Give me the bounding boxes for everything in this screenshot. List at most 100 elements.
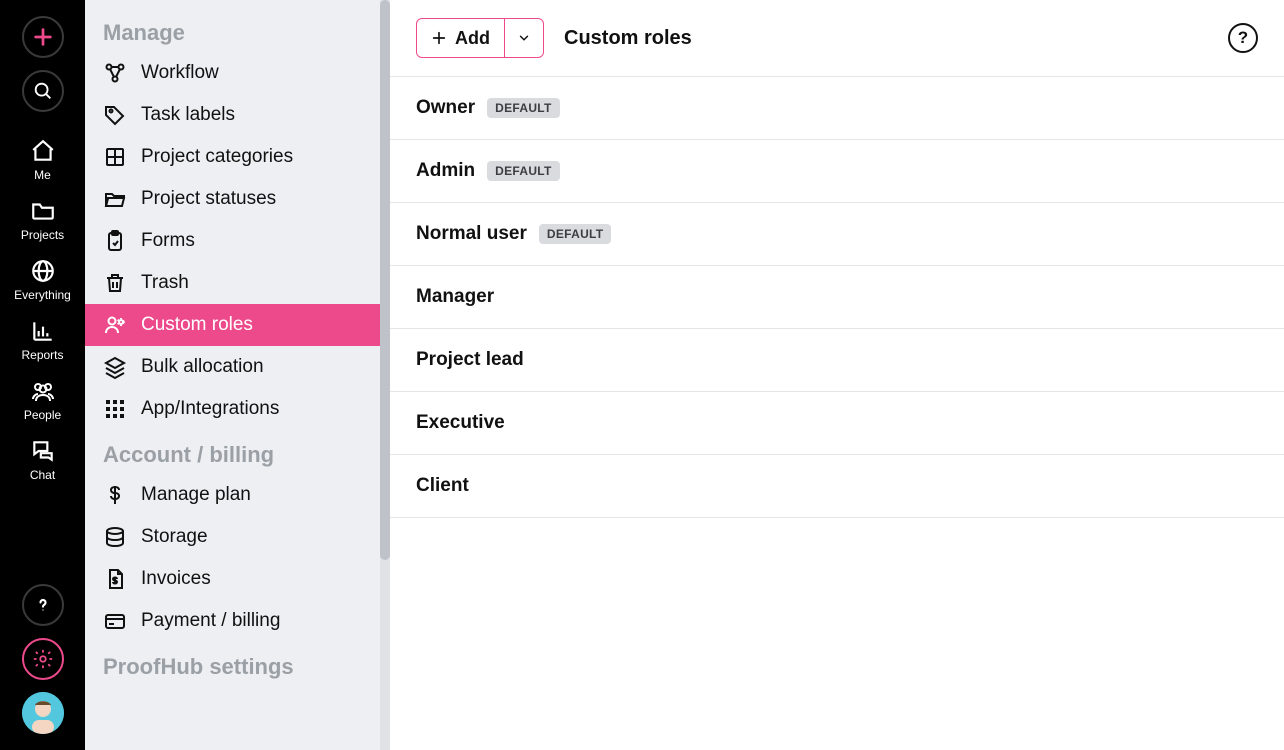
globe-icon <box>30 258 56 284</box>
sidebar-item-apps-integrations[interactable]: App/Integrations <box>85 388 390 430</box>
role-name: Admin <box>416 160 475 182</box>
add-button-dropdown[interactable] <box>504 19 543 57</box>
database-icon <box>103 525 127 549</box>
layers-icon <box>103 355 127 379</box>
card-icon <box>103 609 127 633</box>
plus-icon <box>431 30 447 46</box>
add-button-main[interactable]: Add <box>417 19 504 57</box>
help-center-button[interactable] <box>22 584 64 626</box>
sidebar-item-workflow[interactable]: Workflow <box>85 52 390 94</box>
plus-icon <box>32 26 54 48</box>
role-name: Manager <box>416 286 494 308</box>
folder-icon <box>30 198 56 224</box>
sidebar-item-custom-roles[interactable]: Custom roles <box>85 304 384 346</box>
rail-nav-chat[interactable]: Chat <box>0 428 85 488</box>
rail-nav-label: People <box>0 408 85 422</box>
sidebar-item-label: Project categories <box>141 146 293 168</box>
rail-nav-label: Projects <box>0 228 85 242</box>
role-row[interactable]: Owner DEFAULT <box>390 77 1284 140</box>
invoice-icon <box>103 567 127 591</box>
home-icon <box>30 138 56 164</box>
role-row[interactable]: Admin DEFAULT <box>390 140 1284 203</box>
sidebar-item-label: Bulk allocation <box>141 356 264 378</box>
user-gear-icon <box>103 313 127 337</box>
settings-button[interactable] <box>22 638 64 680</box>
sidebar-item-label: Task labels <box>141 104 235 126</box>
search-icon <box>32 80 54 102</box>
toolbar: Add Custom roles ? <box>390 0 1284 76</box>
page-help-button[interactable]: ? <box>1228 23 1258 53</box>
rail-nav-label: Me <box>0 168 85 182</box>
bar-chart-icon <box>30 318 56 344</box>
sidebar-item-payment-billing[interactable]: Payment / billing <box>85 600 390 642</box>
role-name: Executive <box>416 412 505 434</box>
add-button[interactable]: Add <box>416 18 544 58</box>
main-content: Add Custom roles ? Owner DEFAULT Admin DEFA… <box>390 0 1284 750</box>
role-name: Project lead <box>416 349 524 371</box>
sidebar-item-project-statuses[interactable]: Project statuses <box>85 178 390 220</box>
trash-icon <box>103 271 127 295</box>
apps-icon <box>103 397 127 421</box>
role-name: Normal user <box>416 223 527 245</box>
sidebar-item-label: Project statuses <box>141 188 276 210</box>
sidebar-item-label: Forms <box>141 230 195 252</box>
sidebar-item-label: Workflow <box>141 62 219 84</box>
question-icon <box>33 595 53 615</box>
default-badge: DEFAULT <box>487 98 560 118</box>
global-add-button[interactable] <box>22 16 64 58</box>
sidebar-section-title: Account / billing <box>85 430 390 474</box>
add-button-label: Add <box>455 28 490 49</box>
default-badge: DEFAULT <box>539 224 612 244</box>
sidebar-item-label: Custom roles <box>141 314 253 336</box>
rail-nav-projects[interactable]: Projects <box>0 188 85 248</box>
sidebar-item-label: Manage plan <box>141 484 251 506</box>
folder-open-icon <box>103 187 127 211</box>
role-row[interactable]: Normal user DEFAULT <box>390 203 1284 266</box>
sidebar-item-task-labels[interactable]: Task labels <box>85 94 390 136</box>
global-search-button[interactable] <box>22 70 64 112</box>
avatar-image <box>22 692 64 734</box>
rail-nav-label: Chat <box>0 468 85 482</box>
role-name: Owner <box>416 97 475 119</box>
sidebar-item-label: App/Integrations <box>141 398 279 420</box>
sidebar-item-label: Invoices <box>141 568 211 590</box>
sidebar-item-label: Trash <box>141 272 189 294</box>
role-name: Client <box>416 475 469 497</box>
left-rail: Me Projects Everything Reports People Ch… <box>0 0 85 750</box>
sidebar-item-trash[interactable]: Trash <box>85 262 390 304</box>
user-avatar[interactable] <box>22 692 64 734</box>
role-row[interactable]: Client <box>390 455 1284 518</box>
sidebar-item-manage-plan[interactable]: Manage plan <box>85 474 390 516</box>
clipboard-icon <box>103 229 127 253</box>
sidebar-section-title: ProofHub settings <box>85 642 390 686</box>
tag-icon <box>103 103 127 127</box>
roles-list: Owner DEFAULT Admin DEFAULT Normal user DEFAU… <box>390 77 1284 518</box>
rail-nav-me[interactable]: Me <box>0 128 85 188</box>
settings-sidebar: Manage Workflow Task labels Project cate… <box>85 0 390 750</box>
page-title: Custom roles <box>564 27 692 50</box>
sidebar-section-title: Manage <box>85 8 390 52</box>
gear-icon <box>32 648 54 670</box>
workflow-icon <box>103 61 127 85</box>
sidebar-item-storage[interactable]: Storage <box>85 516 390 558</box>
chat-icon <box>30 438 56 464</box>
role-row[interactable]: Project lead <box>390 329 1284 392</box>
question-mark-icon: ? <box>1238 28 1248 48</box>
sidebar-item-forms[interactable]: Forms <box>85 220 390 262</box>
sidebar-item-invoices[interactable]: Invoices <box>85 558 390 600</box>
app-root: Me Projects Everything Reports People Ch… <box>0 0 1284 750</box>
sidebar-item-label: Payment / billing <box>141 610 280 632</box>
role-row[interactable]: Executive <box>390 392 1284 455</box>
default-badge: DEFAULT <box>487 161 560 181</box>
role-row[interactable]: Manager <box>390 266 1284 329</box>
rail-nav-label: Everything <box>0 288 85 302</box>
dollar-icon <box>103 483 127 507</box>
sidebar-item-bulk-allocation[interactable]: Bulk allocation <box>85 346 390 388</box>
sidebar-item-project-categories[interactable]: Project categories <box>85 136 390 178</box>
rail-nav-everything[interactable]: Everything <box>0 248 85 308</box>
sidebar-item-label: Storage <box>141 526 208 548</box>
rail-nav-reports[interactable]: Reports <box>0 308 85 368</box>
rail-nav-people[interactable]: People <box>0 368 85 428</box>
sidebar-scrollbar-thumb[interactable] <box>380 0 390 560</box>
people-icon <box>29 378 57 404</box>
